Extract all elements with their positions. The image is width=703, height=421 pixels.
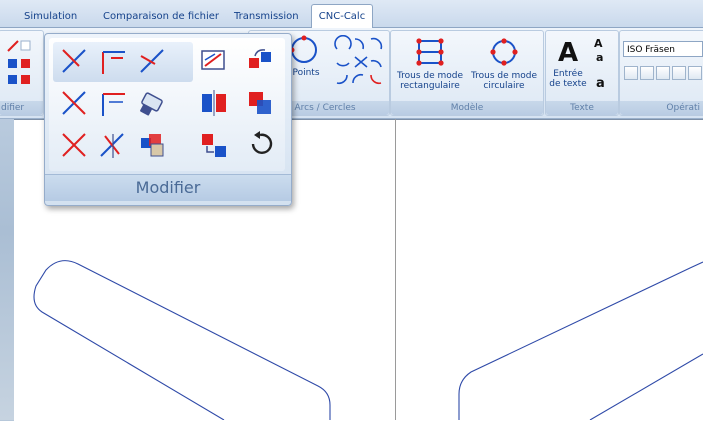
array-icon[interactable]	[199, 46, 229, 76]
move-icon[interactable]	[199, 130, 229, 160]
corner-trim-icon[interactable]	[97, 46, 127, 76]
modifier-tool-grid	[49, 38, 285, 171]
eraser-icon[interactable]	[137, 88, 167, 118]
delete-cross-icon[interactable]	[59, 130, 89, 160]
corner-extend-icon[interactable]	[97, 88, 127, 118]
modifier-popup: Modifier	[44, 33, 292, 206]
right-slot-contour	[458, 261, 703, 420]
extend-trim-icon[interactable]	[137, 46, 167, 76]
right-slot-edge	[589, 353, 703, 420]
rotate-icon[interactable]	[245, 130, 275, 160]
modifier-popup-title: Modifier	[45, 174, 291, 201]
left-slot-contour	[33, 260, 331, 420]
break-cross-icon[interactable]	[59, 88, 89, 118]
mirror-icon[interactable]	[199, 88, 229, 118]
trim-cross-icon[interactable]	[59, 46, 89, 76]
rotate-copy-icon[interactable]	[245, 46, 275, 76]
offset-copy-icon[interactable]	[245, 88, 275, 118]
split-scissors-icon[interactable]	[97, 130, 127, 160]
explode-icon[interactable]	[137, 130, 167, 160]
